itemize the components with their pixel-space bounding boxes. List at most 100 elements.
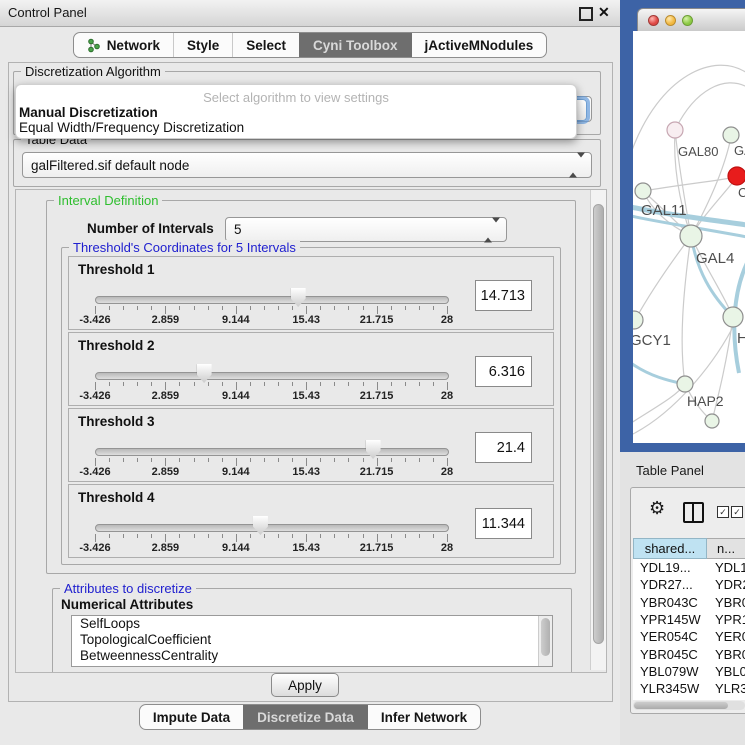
tab-label: jActiveMNodules <box>425 38 534 53</box>
network-node[interactable] <box>723 127 739 143</box>
slider-ticks <box>95 382 448 390</box>
network-node[interactable] <box>633 311 643 329</box>
threshold-value-field[interactable]: 11.344 <box>475 508 532 539</box>
tab-style[interactable]: Style <box>173 33 232 57</box>
table-row[interactable]: YDL19...YDL1 <box>633 559 745 576</box>
close-traffic-light-icon[interactable] <box>648 15 659 26</box>
interval-definition-group: Interval Definition Number of Intervals … <box>46 200 576 574</box>
tab-label: Discretize Data <box>257 710 354 725</box>
table-row[interactable]: YBL079WYBL0 <box>633 663 745 680</box>
algorithm-dropdown-popup: Select algorithm to view settings Manual… <box>15 84 577 139</box>
popup-options: Manual DiscretizationEqual Width/Frequen… <box>16 105 576 135</box>
tab-impute-data[interactable]: Impute Data <box>140 705 243 729</box>
threshold-label: Threshold 2 <box>78 338 155 353</box>
table-row[interactable]: YPR145WYPR1 <box>633 611 745 628</box>
cell-name: YPR1 <box>707 612 745 627</box>
threshold-panel: Threshold 4-3.4262.8599.14415.4321.71528… <box>68 484 554 558</box>
close-icon[interactable]: ✕ <box>598 4 610 21</box>
minimize-traffic-light-icon[interactable] <box>665 15 676 26</box>
tab-infer-network[interactable]: Infer Network <box>367 705 480 729</box>
slider-handle[interactable] <box>197 364 212 383</box>
top-tab-bar: NetworkStyleSelect Cyni Toolbox jActiveMNo… <box>0 32 620 58</box>
network-view-window: GAL80GACGAL11GAL4GCY1HHAP2 <box>620 0 745 452</box>
slider-handle[interactable] <box>366 440 381 459</box>
network-node[interactable] <box>728 167 745 185</box>
select-all-checkbox-icon[interactable]: ✓ <box>731 506 743 518</box>
combo-stepper-icon[interactable] <box>484 222 500 237</box>
tab-cyni-toolbox[interactable]: Cyni Toolbox <box>299 33 411 57</box>
table-row[interactable]: YER054CYER0 <box>633 628 745 645</box>
numerical-attributes-list[interactable]: SelfLoopsTopologicalCoefficientBetweenne… <box>71 615 553 667</box>
threshold-label: Threshold 1 <box>78 262 155 277</box>
cell-name: YIL0 <box>707 699 745 700</box>
select-all-checkbox-icon[interactable]: ✓ <box>717 506 729 518</box>
slider-scale-labels: -3.4262.8599.14415.4321.71528 <box>95 466 448 478</box>
cell-shared-name: YPR145W <box>633 612 707 627</box>
number-of-intervals-label: Number of Intervals <box>87 221 214 236</box>
slider-handle[interactable] <box>253 516 268 535</box>
network-window-titlebar[interactable] <box>637 8 745 33</box>
cell-shared-name: YDL19... <box>633 560 707 575</box>
network-node-label: H <box>737 330 745 347</box>
network-node[interactable] <box>667 122 683 138</box>
tab-jactivemnodules[interactable]: jActiveMNodules <box>411 33 547 57</box>
table-row[interactable]: YBR045CYBR0 <box>633 645 745 662</box>
network-edge <box>691 236 733 317</box>
network-node[interactable] <box>723 307 743 327</box>
tab-network[interactable]: Network <box>74 33 173 57</box>
popup-option[interactable]: Equal Width/Frequency Discretization <box>16 120 576 135</box>
network-node[interactable] <box>705 414 719 428</box>
cyni-toolbox-panel: Discretization Algorithm Table Data galF… <box>8 62 613 702</box>
cell-shared-name: YDR27... <box>633 577 707 592</box>
slider-track[interactable] <box>95 372 449 380</box>
group-title: Discretization Algorithm <box>21 64 165 79</box>
tab-label: Cyni Toolbox <box>313 38 398 53</box>
settings-scrollbar[interactable] <box>590 190 606 670</box>
slider-ticks <box>95 458 448 466</box>
table-panel-title: Table Panel <box>636 463 704 478</box>
attribute-item[interactable]: BetweennessCentrality <box>72 648 552 664</box>
tab-select[interactable]: Select <box>232 33 299 57</box>
network-canvas[interactable]: GAL80GACGAL11GAL4GCY1HHAP2 <box>633 31 745 443</box>
slider-handle[interactable] <box>291 288 306 307</box>
tab-discretize-data[interactable]: Discretize Data <box>243 705 367 729</box>
table-row[interactable]: YIL052CYIL0 <box>633 697 745 700</box>
slider-scale-labels: -3.4262.8599.14415.4321.71528 <box>95 542 448 554</box>
slider-track[interactable] <box>95 448 449 456</box>
split-panel-icon[interactable] <box>683 502 704 523</box>
network-node[interactable] <box>680 225 702 247</box>
slider-scale-labels: -3.4262.8599.14415.4321.71528 <box>95 390 448 402</box>
apply-button[interactable]: Apply <box>271 673 339 697</box>
float-window-icon[interactable] <box>579 7 593 21</box>
table-row[interactable]: YBR043CYBR0 <box>633 594 745 611</box>
threshold-value-field[interactable]: 21.4 <box>475 432 532 463</box>
network-node[interactable] <box>635 183 651 199</box>
threshold-value-field[interactable]: 6.316 <box>475 356 532 387</box>
table-horizontal-scrollbar[interactable] <box>633 701 745 710</box>
table-data-combo[interactable]: galFiltered.sif default node <box>22 152 592 178</box>
gear-icon[interactable]: ⚙ <box>649 498 665 519</box>
attribute-item[interactable]: SelfLoops <box>72 616 552 632</box>
column-header-name[interactable]: n... <box>707 538 745 559</box>
combo-stepper-icon[interactable] <box>569 158 585 173</box>
number-of-intervals-combo[interactable]: 5 <box>225 217 507 242</box>
table-panel: Table Panel ⚙ ✓ ✓ shared... n... YDL19..… <box>620 452 745 745</box>
popup-option[interactable]: Manual Discretization <box>16 105 576 120</box>
column-header-shared-name[interactable]: shared... <box>633 538 707 559</box>
network-node-label: C <box>738 185 745 200</box>
cell-shared-name: YBR043C <box>633 595 707 610</box>
table-row[interactable]: YDR27...YDR2 <box>633 576 745 593</box>
settings-scrollpane: Interval Definition Number of Intervals … <box>15 189 607 673</box>
threshold-panel: Threshold 1 -3.4262.8599.14415.4321.71528… <box>68 256 554 330</box>
slider-track[interactable] <box>95 296 449 304</box>
table-row[interactable]: YLR345WYLR3 <box>633 680 745 697</box>
attribute-item[interactable]: TopologicalCoefficient <box>72 632 552 648</box>
zoom-traffic-light-icon[interactable] <box>682 15 693 26</box>
network-node[interactable] <box>677 376 693 392</box>
threshold-value-field[interactable]: 14.713 <box>475 280 532 311</box>
attributes-scrollbar[interactable] <box>538 616 552 666</box>
slider-track[interactable] <box>95 524 449 532</box>
network-node-label: GAL80 <box>678 144 718 159</box>
cell-name: YLR3 <box>707 681 745 696</box>
slider-scale-labels: -3.4262.8599.14415.4321.71528 <box>95 314 448 326</box>
